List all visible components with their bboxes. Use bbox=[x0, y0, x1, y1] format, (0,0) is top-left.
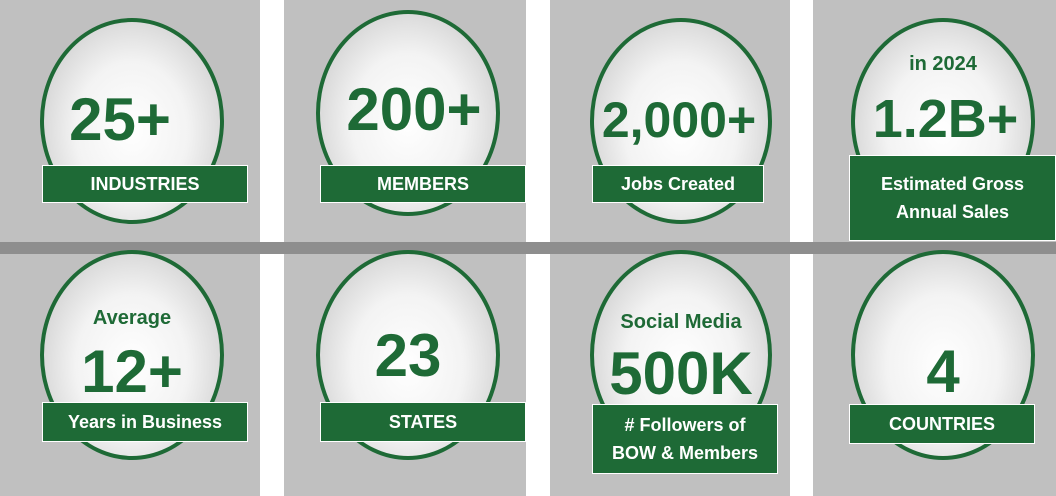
stat-label: # Followers of BOW & Members bbox=[592, 404, 778, 474]
stat-value: 12+ bbox=[81, 338, 183, 405]
stat-tile-jobs: 2,000+ Jobs Created bbox=[550, 0, 790, 242]
stat-tile-years: Average 12+ Years in Business bbox=[0, 250, 260, 496]
stat-value: 1.2B+ bbox=[872, 89, 1019, 149]
row-divider bbox=[0, 242, 1056, 254]
stat-tile-states: 23 STATES bbox=[284, 250, 526, 496]
stat-label: Estimated Gross Annual Sales bbox=[849, 155, 1056, 241]
stat-label: INDUSTRIES bbox=[42, 165, 248, 203]
stat-label: STATES bbox=[320, 402, 526, 442]
stat-label: COUNTRIES bbox=[849, 404, 1035, 444]
stat-tile-members: 200+ MEMBERS bbox=[284, 0, 526, 242]
stat-tile-followers: Social Media 500K # Followers of BOW & M… bbox=[550, 250, 790, 496]
stat-label: Years in Business bbox=[42, 402, 248, 442]
stat-tile-sales: in 2024 1.2B+ Estimated Gross Annual Sal… bbox=[813, 0, 1056, 242]
stat-value: 500K bbox=[609, 340, 753, 407]
stat-value: 4 bbox=[926, 338, 960, 405]
stat-prefix: Average bbox=[92, 307, 172, 329]
stat-label: MEMBERS bbox=[320, 165, 526, 203]
stat-tile-countries: 4 COUNTRIES bbox=[813, 250, 1056, 496]
stat-prefix: in 2024 bbox=[909, 53, 977, 75]
stat-label: Jobs Created bbox=[592, 165, 764, 203]
stat-value: 2,000+ bbox=[601, 92, 757, 148]
stat-value: 25+ bbox=[69, 86, 171, 153]
stat-tile-industries: 25+ INDUSTRIES bbox=[0, 0, 260, 242]
stat-prefix: Social Media bbox=[620, 311, 742, 333]
stat-value: 23 bbox=[374, 322, 442, 389]
stat-value: 200+ bbox=[346, 76, 482, 143]
